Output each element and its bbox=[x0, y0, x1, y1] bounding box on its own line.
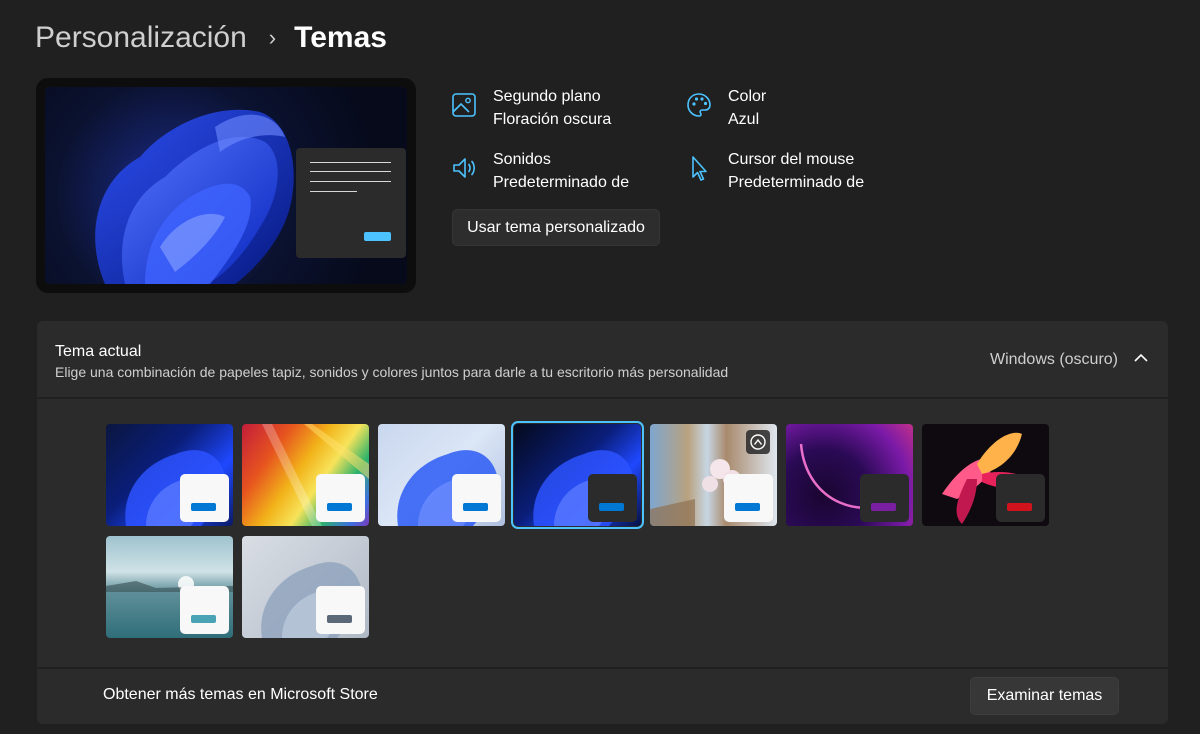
theme-accent-bar bbox=[463, 503, 488, 511]
chevron-up-icon[interactable] bbox=[1132, 349, 1150, 367]
preview-line bbox=[310, 171, 391, 172]
color-label: Color bbox=[728, 88, 767, 105]
current-theme-title: Tema actual bbox=[55, 343, 142, 360]
theme-preview bbox=[36, 78, 416, 293]
page-title: Temas bbox=[294, 21, 387, 54]
cursor-label: Cursor del mouse bbox=[728, 151, 855, 168]
preview-window bbox=[296, 148, 406, 258]
theme-tile-selected[interactable] bbox=[511, 421, 644, 529]
theme-mini-window bbox=[996, 474, 1045, 522]
cursor-property[interactable]: Cursor del mouse Predeterminado de bbox=[685, 151, 925, 201]
current-theme-value: Windows (oscuro) bbox=[989, 351, 1118, 368]
cursor-icon bbox=[692, 156, 707, 181]
theme-mini-window bbox=[452, 474, 501, 522]
theme-tile[interactable] bbox=[106, 536, 233, 638]
theme-tile[interactable] bbox=[786, 424, 913, 526]
theme-mini-window bbox=[860, 474, 909, 522]
theme-accent-bar bbox=[191, 615, 216, 623]
color-value: Azul bbox=[728, 111, 760, 128]
preview-line bbox=[310, 162, 391, 163]
background-value: Floración oscura bbox=[493, 111, 612, 128]
current-theme-panel: Tema actual Elige una combinación de pap… bbox=[37, 321, 1168, 724]
preview-accent-button bbox=[364, 232, 391, 241]
background-property[interactable]: Segundo plano Floración oscura bbox=[450, 88, 690, 138]
theme-gallery bbox=[37, 399, 1168, 667]
theme-mini-window bbox=[316, 474, 365, 522]
theme-mini-window bbox=[588, 474, 637, 522]
sounds-property[interactable]: Sonidos Predeterminado de bbox=[450, 151, 690, 201]
preview-line bbox=[310, 181, 391, 182]
cursor-value: Predeterminado de bbox=[728, 174, 865, 191]
preview-wallpaper bbox=[45, 87, 407, 284]
color-property[interactable]: Color Azul bbox=[685, 88, 925, 138]
theme-mini-window bbox=[180, 586, 229, 634]
theme-accent-bar bbox=[871, 503, 896, 511]
sounds-value: Predeterminado de bbox=[493, 174, 630, 191]
theme-mini-window bbox=[180, 474, 229, 522]
theme-accent-bar bbox=[327, 615, 352, 623]
theme-accent-bar bbox=[1007, 503, 1032, 511]
theme-accent-bar bbox=[191, 503, 216, 511]
spotlight-icon bbox=[750, 434, 766, 450]
theme-mini-window bbox=[316, 586, 365, 634]
current-theme-description: Elige una combinación de papeles tapiz, … bbox=[55, 364, 729, 380]
store-footer: Obtener más temas en Microsoft Store Exa… bbox=[37, 669, 1168, 724]
theme-tile[interactable] bbox=[378, 424, 505, 526]
store-themes-text: Obtener más temas en Microsoft Store bbox=[103, 686, 378, 703]
chevron-right-icon: › bbox=[268, 25, 277, 50]
theme-tile[interactable] bbox=[922, 424, 1049, 526]
sounds-label: Sonidos bbox=[493, 151, 551, 168]
preview-line bbox=[310, 191, 357, 192]
theme-tile[interactable] bbox=[106, 424, 233, 526]
image-icon bbox=[452, 93, 476, 117]
theme-accent-bar bbox=[327, 503, 352, 511]
background-label: Segundo plano bbox=[493, 88, 601, 105]
breadcrumb: Personalización › Temas bbox=[35, 18, 387, 58]
current-theme-header[interactable]: Tema actual Elige una combinación de pap… bbox=[37, 321, 1168, 397]
theme-tile[interactable] bbox=[650, 424, 777, 526]
use-custom-theme-button[interactable]: Usar tema personalizado bbox=[452, 209, 660, 246]
breadcrumb-parent[interactable]: Personalización bbox=[35, 21, 247, 55]
speaker-icon bbox=[453, 158, 475, 178]
palette-icon bbox=[687, 93, 711, 117]
spotlight-badge-icon bbox=[746, 430, 770, 454]
theme-accent-bar bbox=[599, 503, 624, 511]
browse-themes-button[interactable]: Examinar temas bbox=[970, 677, 1119, 715]
theme-accent-bar bbox=[735, 503, 760, 511]
theme-mini-window bbox=[724, 474, 773, 522]
theme-tile[interactable] bbox=[242, 424, 369, 526]
theme-tile[interactable] bbox=[242, 536, 369, 638]
